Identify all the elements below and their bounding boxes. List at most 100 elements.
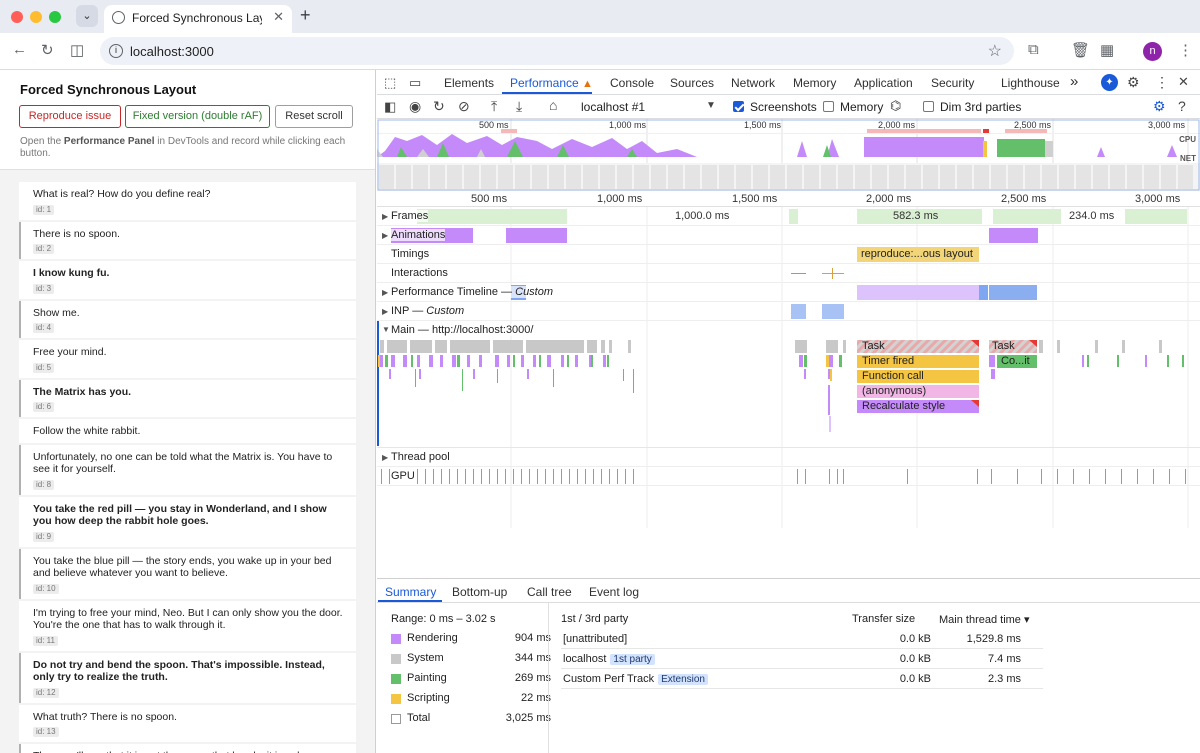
devtools-menu-icon[interactable]: ⋮ (1155, 74, 1169, 91)
url-text[interactable]: localhost:3000 (130, 44, 214, 59)
tab-call-tree[interactable]: Call tree (527, 585, 572, 599)
new-tab-button[interactable]: + (300, 5, 311, 26)
tab-application[interactable]: Application (854, 76, 913, 90)
screenshots-checkbox[interactable] (733, 101, 744, 112)
inp-block[interactable] (822, 304, 844, 319)
tab-elements[interactable]: Elements (444, 76, 494, 90)
interaction-whisker[interactable] (822, 273, 844, 274)
memory-checkbox[interactable] (823, 101, 834, 112)
browser-tab[interactable]: Forced Synchronous Layout D ✕ (104, 5, 292, 33)
tab-event-log[interactable]: Event log (589, 585, 639, 599)
clear-icon[interactable]: ⊘ (458, 98, 470, 115)
frame-block[interactable] (417, 209, 567, 224)
trash-icon[interactable]: 🗑 (1071, 41, 1090, 59)
expand-triangle-icon[interactable]: ▶ (382, 212, 388, 221)
site-info-icon[interactable]: i (109, 44, 123, 58)
flame-task-label[interactable]: Task (992, 340, 1034, 352)
flame-anonymous-label[interactable]: (anonymous) (862, 385, 972, 397)
record-icon[interactable]: ◉ (409, 98, 421, 115)
main-thread-track[interactable]: ▼ Main — http://localhost:3000/ Task Tim… (377, 321, 1200, 448)
custom-track-block[interactable] (857, 285, 979, 300)
animations-track[interactable]: ▶ Animations (377, 226, 1200, 245)
upload-icon[interactable]: ⤒ (491, 98, 497, 115)
timings-track[interactable]: Timings reproduce:...ous layout (377, 245, 1200, 264)
tab-performance[interactable]: Performance ▲ (510, 76, 593, 90)
tab-console[interactable]: Console (610, 76, 654, 90)
tab-close-icon[interactable]: ✕ (273, 9, 284, 25)
menu-kebab-icon[interactable]: ⋮ (1178, 41, 1193, 59)
interaction-marker[interactable] (832, 268, 833, 279)
party-row[interactable]: localhost 1st party 0.0 kB 7.4 ms (561, 649, 1043, 669)
help-icon[interactable]: ? (1178, 98, 1186, 114)
flame-timer-fired-label[interactable]: Timer fired (862, 355, 972, 367)
animation-block[interactable] (989, 228, 1038, 243)
dim-3rd-parties-checkbox[interactable] (923, 101, 934, 112)
frame-block[interactable] (1125, 209, 1187, 224)
fixed-version-button[interactable]: Fixed version (double rAF) (125, 105, 270, 128)
interaction-whisker[interactable] (791, 273, 806, 274)
reset-scroll-button[interactable]: Reset scroll (275, 105, 353, 128)
inp-track[interactable]: ▶ INP — Custom (377, 302, 1200, 321)
device-toolbar-icon[interactable]: ▭ (409, 75, 421, 91)
timeline-overview[interactable]: 500 ms 1,000 ms 1,500 ms 2,000 ms 2,500 … (377, 119, 1200, 191)
close-devtools-icon[interactable]: ✕ (1178, 74, 1189, 90)
tab-network[interactable]: Network (731, 76, 775, 90)
side-panel-icon[interactable]: ◫ (70, 41, 84, 59)
settings-gear-icon[interactable]: ⚙ (1127, 74, 1140, 91)
tab-security[interactable]: Security (931, 76, 974, 90)
close-window-button[interactable] (11, 11, 23, 23)
profile-avatar[interactable]: n (1143, 42, 1162, 61)
tab-summary[interactable]: Summary (385, 585, 436, 599)
main-thread-time-column-header[interactable]: Main thread time ▾ (939, 613, 1030, 626)
tab-layout-icon[interactable]: ▦ (1100, 41, 1114, 59)
tab-memory[interactable]: Memory (793, 76, 836, 90)
sidebar-toggle-icon[interactable]: ◧ (384, 99, 396, 115)
interactions-track[interactable]: Interactions (377, 264, 1200, 283)
download-icon[interactable]: ⤓ (516, 98, 522, 115)
omnibox[interactable]: i localhost:3000 ☆ (100, 37, 1014, 65)
gpu-track[interactable]: GPU (377, 467, 1200, 486)
thread-pool-track[interactable]: ▶ Thread pool (377, 448, 1200, 467)
cleanup-broom-icon[interactable]: ⌬ (890, 98, 901, 114)
transfer-size-column-header[interactable]: Transfer size (852, 613, 915, 625)
frame-block[interactable] (993, 209, 1061, 224)
extensions-puzzle-icon[interactable]: ⧉ (1028, 41, 1039, 58)
collapse-triangle-icon[interactable]: ▼ (382, 325, 390, 334)
party-row[interactable]: Custom Perf Track Extension 0.0 kB 2.3 ms (561, 669, 1043, 689)
back-arrow-icon[interactable]: ← (12, 41, 27, 58)
target-select[interactable]: localhost #1 (581, 100, 645, 114)
tab-bottom-up[interactable]: Bottom-up (452, 585, 507, 599)
chevron-down-icon[interactable]: ▼ (706, 100, 716, 111)
party-column-header[interactable]: 1st / 3rd party (561, 613, 628, 625)
flame-chart[interactable]: 500 ms 1,000 ms 1,500 ms 2,000 ms 2,500 … (377, 191, 1200, 528)
flame-function-call-label[interactable]: Function call (862, 370, 972, 382)
custom-track-block[interactable] (979, 285, 988, 300)
animation-block[interactable] (506, 228, 567, 243)
capture-settings-gear-icon[interactable]: ⚙ (1153, 98, 1166, 115)
maximize-window-button[interactable] (49, 11, 61, 23)
reproduce-issue-button[interactable]: Reproduce issue (19, 105, 121, 128)
ai-assistance-icon[interactable]: ✦ (1101, 74, 1118, 91)
frames-track[interactable]: 1,000.0 ms 582.3 ms 234.0 ms ▶ Frames (377, 207, 1200, 226)
reload-icon[interactable]: ↻ (41, 41, 54, 59)
expand-triangle-icon[interactable]: ▶ (382, 307, 388, 316)
expand-triangle-icon[interactable]: ▶ (382, 231, 388, 240)
home-icon[interactable]: ⌂ (549, 97, 557, 113)
minimize-window-button[interactable] (30, 11, 42, 23)
inp-block[interactable] (791, 304, 806, 319)
flame-recalculate-style-label[interactable]: Recalculate style (862, 400, 972, 412)
reload-record-icon[interactable]: ↻ (433, 98, 445, 115)
more-tabs-chevron-icon[interactable]: » (1070, 73, 1078, 90)
custom-track-block[interactable] (989, 285, 1037, 300)
inspect-element-icon[interactable]: ⬚ (384, 75, 396, 91)
party-row[interactable]: [unattributed] 0.0 kB 1,529.8 ms (561, 629, 1043, 649)
tab-search-button[interactable]: ⌄ (76, 5, 98, 27)
flame-task-label[interactable]: Task (862, 340, 972, 352)
frame-block[interactable] (789, 209, 798, 224)
flame-commit-label[interactable]: Co...it (1001, 355, 1037, 367)
bookmark-star-icon[interactable]: ☆ (988, 41, 1002, 61)
expand-triangle-icon[interactable]: ▶ (382, 288, 388, 297)
expand-triangle-icon[interactable]: ▶ (382, 453, 388, 462)
tab-sources[interactable]: Sources (670, 76, 714, 90)
tab-lighthouse[interactable]: Lighthouse (1001, 76, 1060, 90)
